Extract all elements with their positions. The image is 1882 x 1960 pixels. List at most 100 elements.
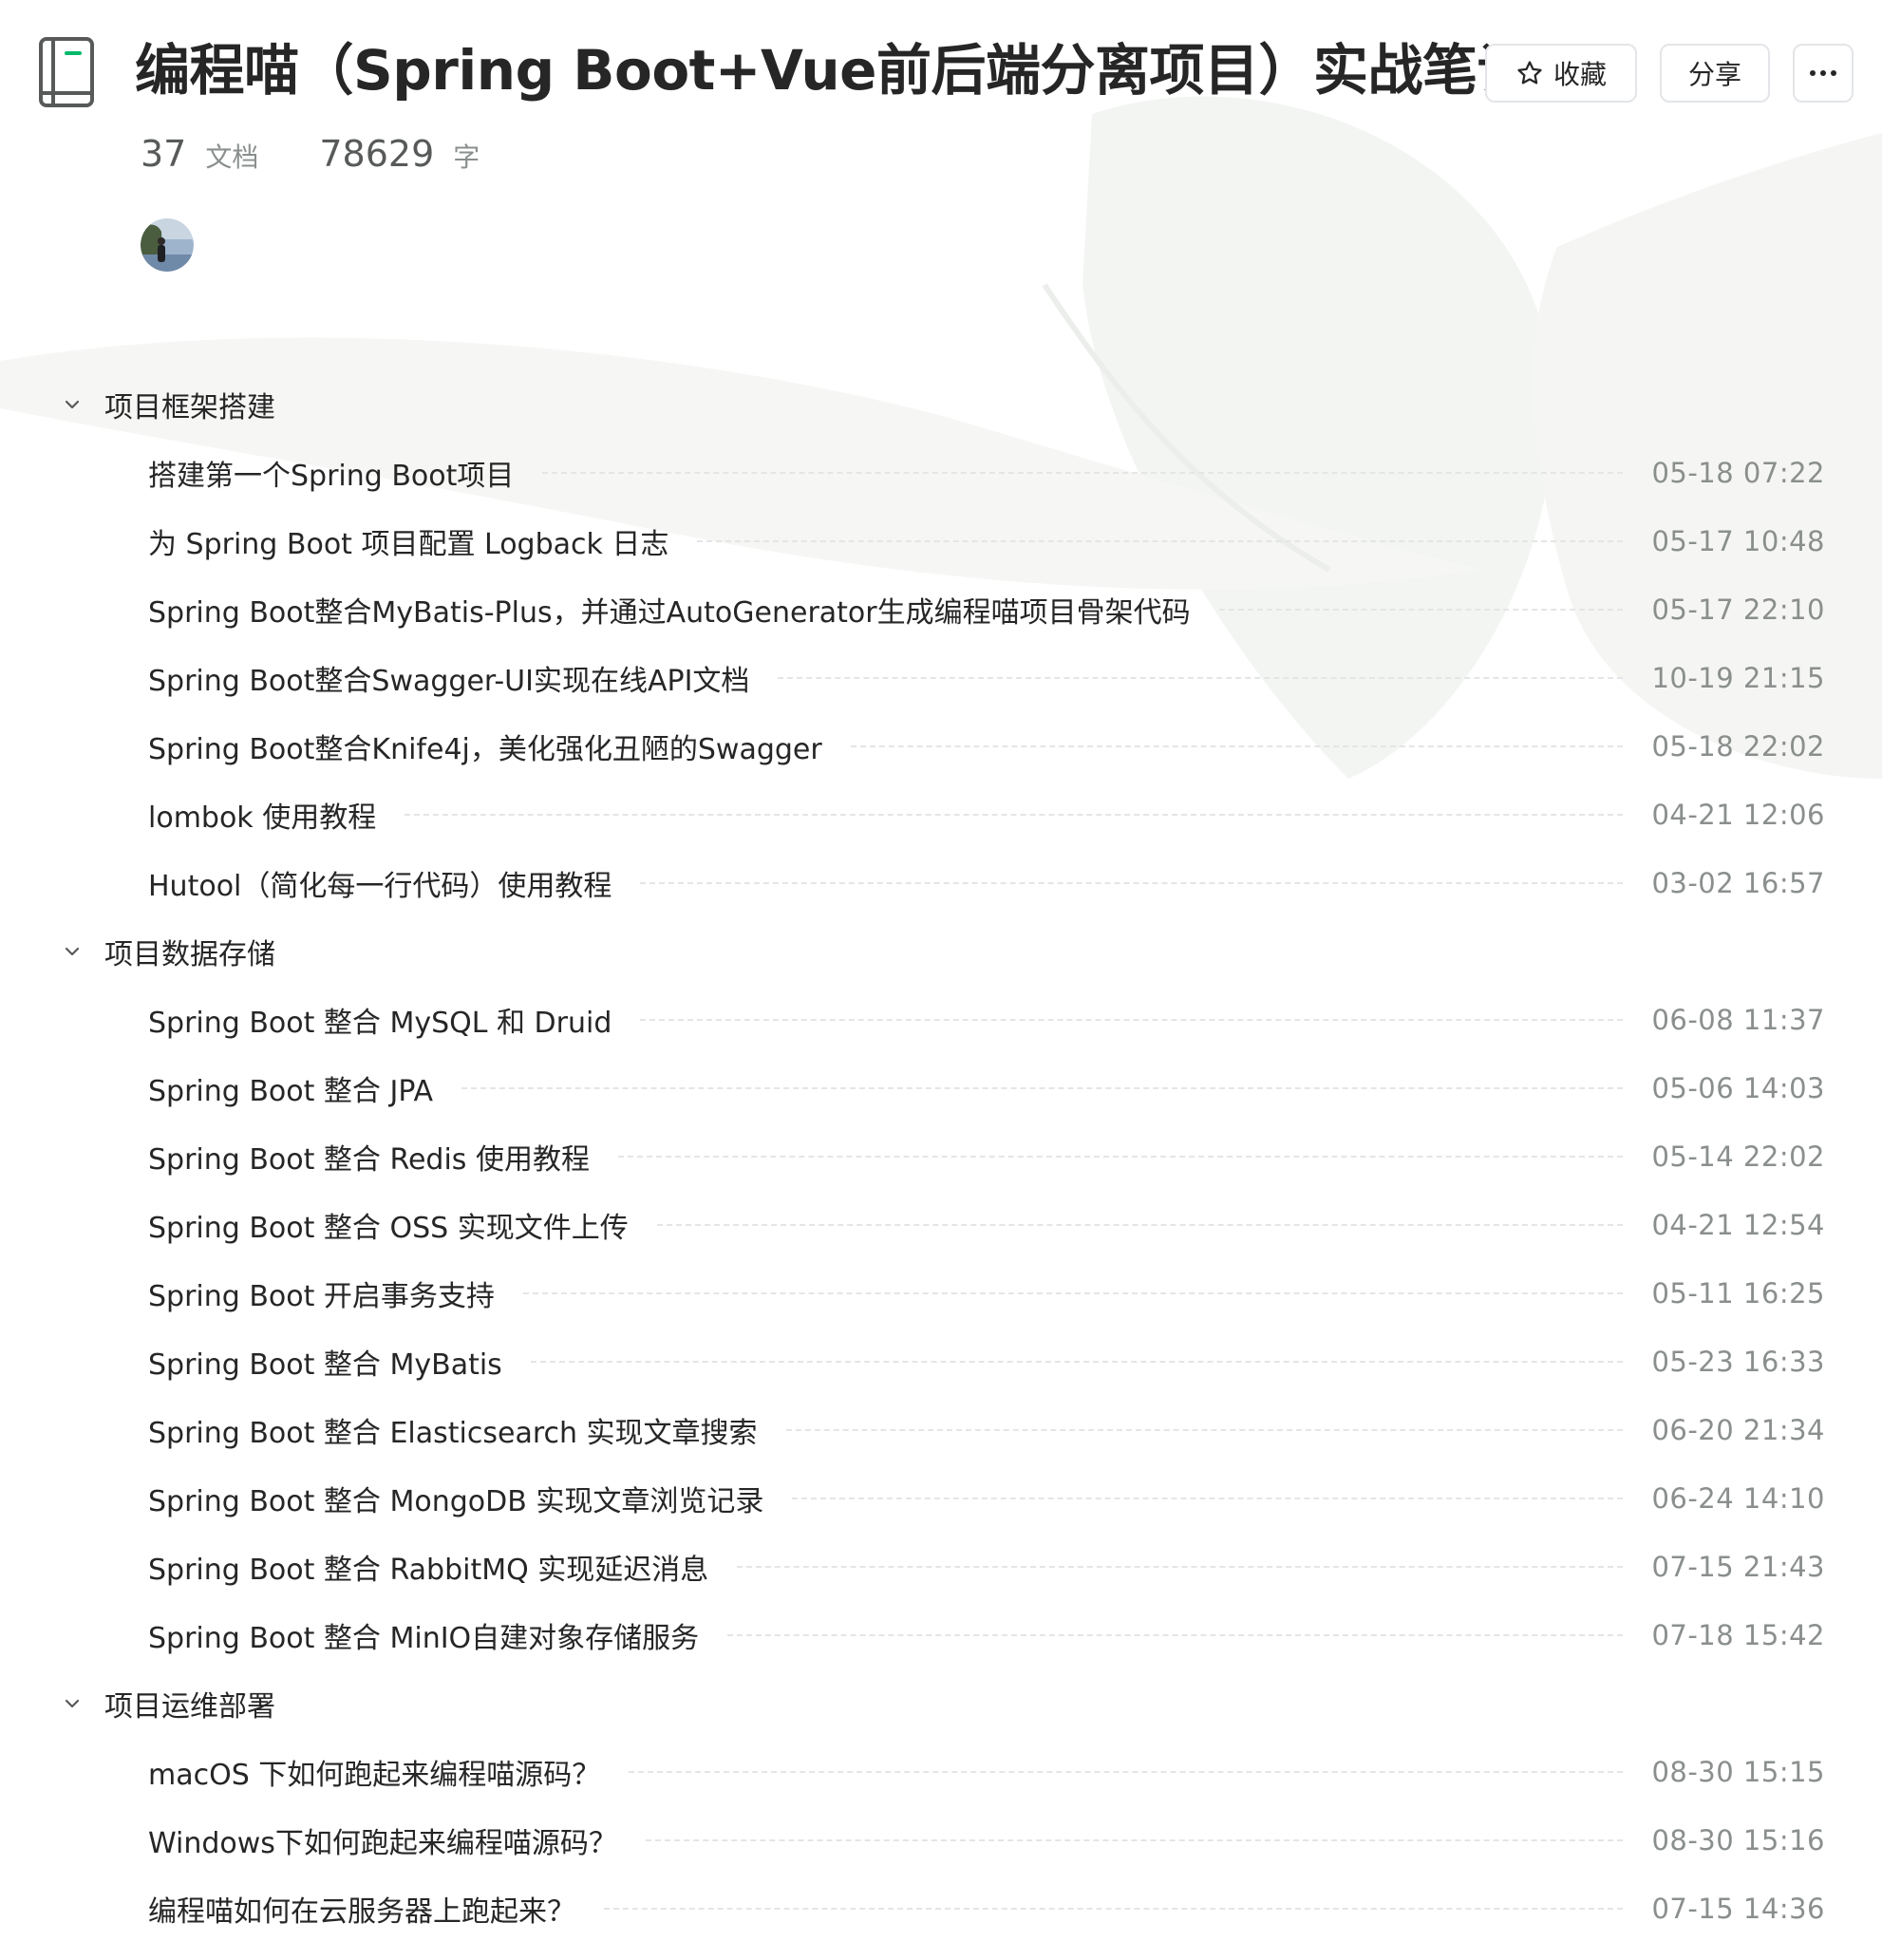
doc-timestamp: 08-30 15:16 <box>1651 1824 1825 1856</box>
doc-title[interactable]: Spring Boot 整合 Redis 使用教程 <box>148 1136 590 1178</box>
doc-row-divider <box>727 1634 1624 1636</box>
doc-row-divider <box>522 1292 1624 1294</box>
doc-timestamp: 05-17 10:48 <box>1651 525 1825 557</box>
doc-row[interactable]: Spring Boot 整合 JPA 05-06 14:03 <box>148 1060 1825 1117</box>
doc-row[interactable]: Spring Boot 整合 MySQL 和 Druid 06-08 11:37 <box>148 991 1825 1048</box>
group-title: 项目运维部署 <box>104 1690 275 1724</box>
doc-row-divider <box>604 1908 1624 1910</box>
more-horizontal-icon <box>1810 70 1836 76</box>
chevron-down-icon[interactable] <box>61 940 84 963</box>
doc-row[interactable]: Spring Boot 整合 OSS 实现文件上传 04-21 12:54 <box>148 1197 1825 1253</box>
doc-title[interactable]: Spring Boot整合Knife4j，美化强化丑陋的Swagger <box>148 726 822 767</box>
group-header[interactable]: 项目框架搭建 <box>61 376 275 433</box>
doc-timestamp: 06-08 11:37 <box>1651 1004 1825 1036</box>
doc-row[interactable]: Spring Boot整合Swagger-UI实现在线API文档 10-19 21… <box>148 650 1825 707</box>
doc-row-divider <box>617 1156 1624 1158</box>
favorite-button[interactable]: 收藏 <box>1485 44 1637 103</box>
group-header[interactable]: 项目运维部署 <box>61 1675 275 1732</box>
chevron-down-icon[interactable] <box>61 393 84 416</box>
page-title: 编程喵（Spring Boot+Vue前后端分离项目）实战笔记 <box>135 38 1532 103</box>
doc-row[interactable]: Spring Boot整合MyBatis-Plus，并通过AutoGenerat… <box>148 581 1825 638</box>
doc-row-divider <box>405 814 1624 816</box>
doc-title[interactable]: 为 Spring Boot 项目配置 Logback 日志 <box>148 520 668 562</box>
doc-row[interactable]: Spring Boot 整合 Redis 使用教程 05-14 22:02 <box>148 1128 1825 1185</box>
word-count: 78629 <box>319 133 435 175</box>
doc-row-divider <box>629 1771 1624 1773</box>
doc-row[interactable]: Spring Boot整合Knife4j，美化强化丑陋的Swagger 05-18… <box>148 718 1825 775</box>
doc-title[interactable]: macOS 下如何跑起来编程喵源码？ <box>148 1751 600 1793</box>
doc-title[interactable]: Spring Boot整合MyBatis-Plus，并通过AutoGenerat… <box>148 589 1191 631</box>
doc-row-divider <box>1218 609 1624 611</box>
share-label: 分享 <box>1687 59 1741 90</box>
doc-title[interactable]: Spring Boot 整合 MinIO自建对象存储服务 <box>148 1614 699 1656</box>
doc-row[interactable]: Spring Boot 整合 Elasticsearch 实现文章搜索 06-20… <box>148 1402 1825 1459</box>
doc-row-divider <box>850 745 1624 747</box>
doc-title[interactable]: Windows下如何跑起来编程喵源码？ <box>148 1819 617 1861</box>
doc-timestamp: 07-18 15:42 <box>1651 1619 1825 1651</box>
doc-row-divider <box>640 1019 1624 1021</box>
doc-row-divider <box>461 1087 1624 1089</box>
doc-title[interactable]: Spring Boot整合Swagger-UI实现在线API文档 <box>148 657 749 699</box>
doc-timestamp: 05-23 16:33 <box>1651 1346 1825 1378</box>
doc-row[interactable]: Spring Boot 开启事务支持 05-11 16:25 <box>148 1265 1825 1322</box>
word-count-unit: 字 <box>453 141 480 173</box>
doc-row[interactable]: lombok 使用教程 04-21 12:06 <box>148 786 1825 843</box>
doc-timestamp: 03-02 16:57 <box>1651 867 1825 899</box>
favorite-label: 收藏 <box>1553 59 1607 90</box>
doc-row[interactable]: macOS 下如何跑起来编程喵源码？ 08-30 15:15 <box>148 1743 1825 1800</box>
doc-row-divider <box>785 1429 1624 1431</box>
doc-timestamp: 05-14 22:02 <box>1651 1140 1825 1173</box>
doc-row-divider <box>778 677 1624 679</box>
doc-row-divider <box>530 1361 1624 1363</box>
doc-row[interactable]: Spring Boot 整合 MongoDB 实现文章浏览记录 06-24 14:… <box>148 1470 1825 1527</box>
doc-title[interactable]: Spring Boot 整合 Elasticsearch 实现文章搜索 <box>148 1409 758 1451</box>
doc-title[interactable]: lombok 使用教程 <box>148 794 376 836</box>
doc-title[interactable]: Spring Boot 整合 MyBatis <box>148 1341 502 1383</box>
book-icon <box>39 37 94 107</box>
doc-title[interactable]: 编程喵如何在云服务器上跑起来？ <box>148 1888 575 1930</box>
doc-row[interactable]: Spring Boot 整合 MyBatis 05-23 16:33 <box>148 1333 1825 1390</box>
star-icon <box>1517 61 1542 85</box>
doc-row-divider <box>737 1566 1624 1568</box>
doc-timestamp: 08-30 15:15 <box>1651 1756 1825 1788</box>
doc-row[interactable]: Spring Boot 整合 MinIO自建对象存储服务 07-18 15:42 <box>148 1607 1825 1664</box>
doc-title[interactable]: Spring Boot 整合 RabbitMQ 实现延迟消息 <box>148 1546 708 1588</box>
group-header[interactable]: 项目数据存储 <box>61 923 275 980</box>
doc-timestamp: 05-18 22:02 <box>1651 730 1825 763</box>
group-title: 项目数据存储 <box>104 938 275 971</box>
doc-row[interactable]: Windows下如何跑起来编程喵源码？ 08-30 15:16 <box>148 1812 1825 1869</box>
avatar[interactable] <box>141 218 194 272</box>
doc-timestamp: 05-06 14:03 <box>1651 1072 1825 1104</box>
doc-row[interactable]: 编程喵如何在云服务器上跑起来？ 07-15 14:36 <box>148 1880 1825 1937</box>
doc-row[interactable]: 为 Spring Boot 项目配置 Logback 日志 05-17 10:48 <box>148 513 1825 570</box>
doc-title[interactable]: 搭建第一个Spring Boot项目 <box>148 452 514 494</box>
doc-row[interactable]: Spring Boot 整合 RabbitMQ 实现延迟消息 07-15 21:4… <box>148 1538 1825 1595</box>
doc-row-divider <box>656 1224 1624 1226</box>
doc-count: 37 <box>141 133 187 175</box>
doc-row[interactable]: Hutool（简化每一行代码）使用教程 03-02 16:57 <box>148 855 1825 912</box>
doc-title[interactable]: Spring Boot 开启事务支持 <box>148 1272 495 1314</box>
doc-timestamp: 06-24 14:10 <box>1651 1482 1825 1515</box>
group-title: 项目框架搭建 <box>104 391 275 424</box>
doc-timestamp: 05-11 16:25 <box>1651 1277 1825 1310</box>
share-button[interactable]: 分享 <box>1660 44 1770 103</box>
header-actions: 收藏 分享 <box>1485 44 1854 103</box>
book-stats: 37 文档 78629 字 <box>141 133 480 175</box>
book-page: 编程喵（Spring Boot+Vue前后端分离项目）实战笔记 收藏 分享 37… <box>0 0 1882 1960</box>
doc-title[interactable]: Hutool（简化每一行代码）使用教程 <box>148 862 612 904</box>
doc-timestamp: 07-15 14:36 <box>1651 1893 1825 1925</box>
doc-title[interactable]: Spring Boot 整合 JPA <box>148 1067 433 1109</box>
doc-title[interactable]: Spring Boot 整合 OSS 实现文件上传 <box>148 1204 629 1246</box>
doc-timestamp: 04-21 12:54 <box>1651 1209 1825 1241</box>
doc-title[interactable]: Spring Boot 整合 MySQL 和 Druid <box>148 999 612 1041</box>
doc-title[interactable]: Spring Boot 整合 MongoDB 实现文章浏览记录 <box>148 1478 763 1519</box>
doc-timestamp: 10-19 21:15 <box>1651 662 1825 694</box>
doc-timestamp: 06-20 21:34 <box>1651 1414 1825 1446</box>
doc-row-divider <box>792 1498 1624 1499</box>
doc-row-divider <box>645 1839 1624 1841</box>
doc-row[interactable]: 搭建第一个Spring Boot项目 05-18 07:22 <box>148 444 1825 501</box>
doc-timestamp: 05-18 07:22 <box>1651 457 1825 489</box>
chevron-down-icon[interactable] <box>61 1692 84 1715</box>
more-button[interactable] <box>1793 44 1854 103</box>
doc-timestamp: 05-17 22:10 <box>1651 594 1825 626</box>
